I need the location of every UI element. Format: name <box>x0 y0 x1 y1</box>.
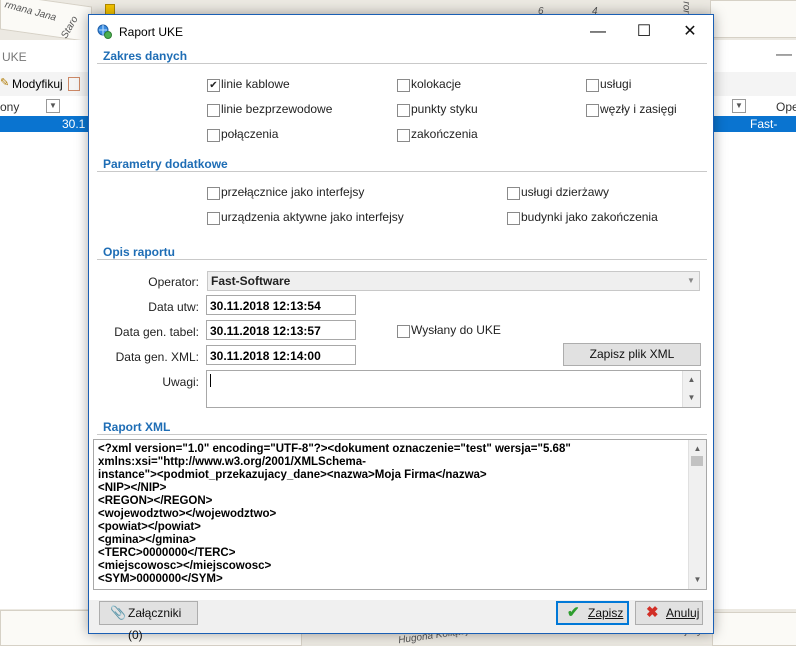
checkbox-label: węzły i zasięgi <box>600 102 677 116</box>
uwagi-scrollbar[interactable]: ▲ ▼ <box>682 371 700 407</box>
checkbox-label: linie kablowe <box>221 77 290 91</box>
xml-line: <REGON></REGON> <box>98 495 213 507</box>
checkbox-polaczenia[interactable] <box>207 129 220 142</box>
xml-line: <TERC>0000000</TERC> <box>98 547 236 559</box>
checkbox-punkty-styku[interactable] <box>397 104 410 117</box>
group-divider <box>97 171 707 172</box>
group-title-xml: Raport XML <box>103 420 175 434</box>
dialog-content: Zakres danych ✔ linie kablowe kolokacje … <box>89 48 713 633</box>
uwagi-textarea[interactable]: ▲ ▼ <box>206 370 701 408</box>
zapisz-plik-xml-button[interactable]: Zapisz plik XML <box>563 343 701 366</box>
checkbox-label: kolokacje <box>411 77 462 91</box>
cancel-x-icon: ✖ <box>646 604 659 621</box>
xml-line: <?xml version="1.0" encoding="UTF-8"?><d… <box>98 443 571 455</box>
xml-line: <powiat></powiat> <box>98 521 201 533</box>
checkbox-urzadzenia-aktywne[interactable] <box>207 212 220 225</box>
zapisz-label: Zapisz <box>588 606 624 620</box>
background-minimize-icon[interactable]: — <box>776 46 792 64</box>
xml-line: <gmina></gmina> <box>98 534 196 546</box>
checkbox-kolokacje[interactable] <box>397 79 410 92</box>
group-divider <box>97 434 707 435</box>
scroll-up-icon[interactable]: ▲ <box>689 442 706 456</box>
checkbox-wezly-i-zasiegi[interactable] <box>586 104 599 117</box>
map-road <box>712 612 796 646</box>
checkbox-budynki[interactable] <box>507 212 520 225</box>
scroll-up-icon[interactable]: ▲ <box>683 373 700 387</box>
checkbox-uslugi[interactable] <box>586 79 599 92</box>
maximize-button[interactable]: ☐ <box>621 15 667 48</box>
xml-textarea[interactable]: <?xml version="1.0" encoding="UTF-8"?><d… <box>93 439 707 590</box>
paperclip-icon: 📎 <box>110 605 127 620</box>
grid-column-header[interactable]: Ope <box>776 100 796 114</box>
anuluj-button[interactable]: ✖ Anuluj <box>635 601 703 625</box>
document-icon <box>68 77 80 91</box>
checkbox-uslugi-dzierzawy[interactable] <box>507 187 520 200</box>
text-cursor <box>210 374 211 387</box>
operator-label: Operator: <box>148 275 199 289</box>
checkbox-zakonczenia[interactable] <box>397 129 410 142</box>
data-gen-xml-field[interactable]: 30.11.2018 12:14:00 <box>206 345 356 365</box>
uwagi-label: Uwagi: <box>162 375 199 389</box>
checkbox-label: połączenia <box>221 127 279 141</box>
checkbox-label: punkty styku <box>411 102 478 116</box>
column-filter-icon[interactable]: ▼ <box>732 99 746 113</box>
map-street-label: ror <box>680 1 692 14</box>
checkbox-wyslany-do-uke[interactable] <box>397 325 410 338</box>
data-utw-field[interactable]: 30.11.2018 12:13:54 <box>206 295 356 315</box>
checkbox-linie-kablowe[interactable]: ✔ <box>207 79 220 92</box>
checkbox-label: urządzenia aktywne jako interfejsy <box>221 210 404 224</box>
scroll-down-icon[interactable]: ▼ <box>689 573 706 587</box>
grid-cell: Fast-Soft <box>750 117 778 145</box>
chevron-down-icon[interactable]: ▼ <box>684 273 698 289</box>
xml-line: <SYM>0000000</SYM> <box>98 573 223 585</box>
checkbox-label: linie bezprzewodowe <box>221 102 333 116</box>
globe-users-icon <box>97 24 112 39</box>
checkbox-label: Wysłany do UKE <box>411 323 501 337</box>
group-divider <box>97 259 707 260</box>
raport-uke-dialog: Raport UKE — ☐ ✕ Zakres danych ✔ linie k… <box>88 14 714 642</box>
scroll-down-icon[interactable]: ▼ <box>683 391 700 405</box>
checkbox-label: usługi <box>600 77 632 91</box>
group-divider <box>97 63 707 64</box>
group-title-zakres: Zakres danych <box>103 49 192 63</box>
modify-button[interactable]: Modyfikuj <box>12 77 63 91</box>
dialog-title: Raport UKE <box>119 25 184 39</box>
background-app-title: UKE <box>2 50 27 64</box>
group-title-parametry: Parametry dodatkowe <box>103 157 232 171</box>
map-road <box>710 0 796 38</box>
xml-line: <NIP></NIP> <box>98 482 167 494</box>
xml-line: xmlns:xsi="http://www.w3.org/2001/XMLSch… <box>98 456 366 468</box>
checkbox-label: budynki jako zakończenia <box>521 210 658 224</box>
checkbox-label: usługi dzierżawy <box>521 185 610 199</box>
xml-line: <miejscowosc></miejscowosc> <box>98 560 272 572</box>
scroll-thumb[interactable] <box>691 456 703 466</box>
checkmark-icon: ✔ <box>567 604 580 621</box>
xml-content: <?xml version="1.0" encoding="UTF-8"?><d… <box>98 443 571 586</box>
operator-value: Fast-Software <box>211 274 291 288</box>
dialog-title-bar[interactable]: Raport UKE — ☐ ✕ <box>89 15 713 48</box>
column-filter-icon[interactable]: ▼ <box>46 99 60 113</box>
zalaczniki-button[interactable]: 📎 Załączniki (0) <box>99 601 198 642</box>
anuluj-label: Anuluj <box>666 606 700 620</box>
grid-column-header[interactable]: ony <box>0 100 19 114</box>
operator-select[interactable]: Fast-Software ▼ <box>207 271 700 291</box>
pencil-icon: ✎ <box>0 77 10 89</box>
xml-line: instance"><podmiot_przekazujacy_dane><na… <box>98 469 487 481</box>
checkbox-przelacznice[interactable] <box>207 187 220 200</box>
minimize-button[interactable]: — <box>575 15 621 48</box>
checkbox-linie-bezprzewodowe[interactable] <box>207 104 220 117</box>
close-button[interactable]: ✕ <box>667 15 713 48</box>
xml-scrollbar[interactable]: ▲ ▼ <box>688 440 706 589</box>
data-gen-xml-label: Data gen. XML: <box>115 350 199 364</box>
data-utw-label: Data utw: <box>148 300 199 314</box>
checkbox-label: przełącznice jako interfejsy <box>221 185 365 199</box>
group-title-opis: Opis raportu <box>103 245 180 259</box>
data-gen-tabel-field[interactable]: 30.11.2018 12:13:57 <box>206 320 356 340</box>
zapisz-button[interactable]: ✔ Zapisz <box>556 601 629 625</box>
grid-cell: 30.1 <box>62 117 86 131</box>
checkbox-label: zakończenia <box>411 127 478 141</box>
xml-line: <wojewodztwo></wojewodztwo> <box>98 508 277 520</box>
dialog-footer: 📎 Załączniki (0) ✔ Zapisz ✖ Anuluj <box>89 600 713 642</box>
data-gen-tabel-label: Data gen. tabel: <box>114 325 199 339</box>
